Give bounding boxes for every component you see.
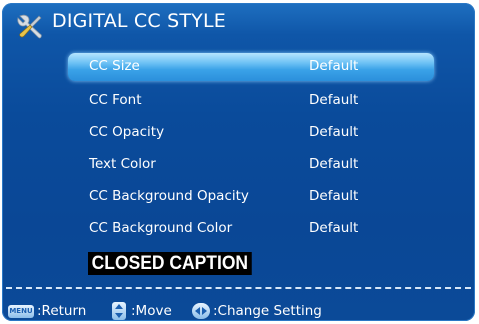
menu-item-cc-background-color[interactable]: CC Background Color Default	[68, 213, 434, 245]
page-title: DIGITAL CC STYLE	[52, 10, 226, 32]
menu-item-value: Default	[309, 188, 359, 204]
menu-item-label: CC Size	[89, 58, 140, 74]
menu-item-cc-size[interactable]: CC Size Default	[68, 53, 434, 81]
return-hint: :Return	[37, 303, 87, 319]
menu-item-value: Default	[309, 92, 359, 108]
menu-item-value: Default	[309, 124, 359, 140]
change-setting-hint: :Change Setting	[213, 303, 322, 319]
left-right-arrows-icon	[192, 303, 210, 319]
menu-item-label: CC Opacity	[89, 124, 165, 140]
divider	[6, 287, 471, 289]
menu-item-label: CC Font	[89, 92, 142, 108]
caption-preview: CLOSED CAPTION	[88, 252, 252, 275]
menu-item-cc-opacity[interactable]: CC Opacity Default	[68, 117, 434, 149]
settings-menu: CC Size Default CC Font Default CC Opaci…	[68, 53, 434, 245]
menu-item-value: Default	[309, 58, 359, 74]
move-hint: :Move	[131, 303, 172, 319]
title-bar: DIGITAL CC STYLE	[2, 3, 475, 43]
menu-item-label: CC Background Color	[89, 220, 233, 236]
menu-item-text-color[interactable]: Text Color Default	[68, 149, 434, 181]
menu-item-cc-font[interactable]: CC Font Default	[68, 85, 434, 117]
menu-item-label: CC Background Opacity	[89, 188, 249, 204]
up-down-arrows-icon	[112, 302, 126, 320]
menu-item-label: Text Color	[89, 156, 156, 172]
menu-item-value: Default	[309, 220, 359, 236]
tools-icon	[14, 12, 44, 42]
dialog-panel: DIGITAL CC STYLE CC Size Default CC Font…	[2, 3, 475, 321]
menu-item-value: Default	[309, 156, 359, 172]
menu-item-cc-background-opacity[interactable]: CC Background Opacity Default	[68, 181, 434, 213]
menu-key-icon: MENU	[8, 305, 34, 318]
